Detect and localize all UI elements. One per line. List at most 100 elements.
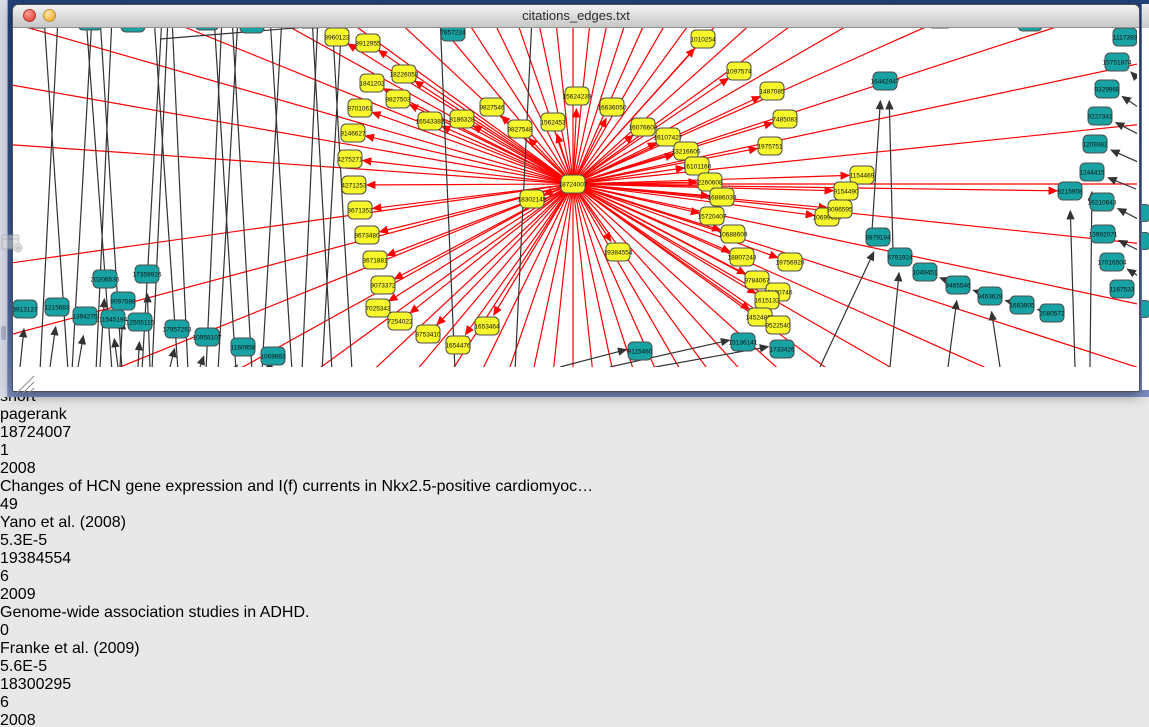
table-cell[interactable]: 19384554 — [0, 550, 1149, 568]
citation-edge-red — [573, 5, 1137, 184]
graph-node-label: 8960123 — [324, 35, 350, 42]
background-window-sliver[interactable] — [1141, 4, 1149, 390]
citation-edge-black — [138, 342, 139, 367]
citation-edge-black — [1122, 97, 1137, 107]
graph-node-label: 8753410 — [415, 332, 441, 339]
table-body: 1872400712008Changes of HCN gene express… — [0, 424, 1149, 727]
table-cell[interactable]: 49 — [0, 496, 1149, 514]
citation-edge-black — [302, 17, 318, 367]
graph-node-label: 1841202 — [359, 81, 385, 88]
citation-edge-black — [78, 336, 83, 367]
citation-edge-red — [13, 5, 573, 184]
table-cell[interactable]: 0 — [0, 622, 1149, 640]
citation-edge-black — [312, 17, 332, 367]
citation-edge-black — [1118, 209, 1137, 219]
graph-node-label: 9115460 — [628, 349, 653, 356]
cytoscape-desktop: citations_edges.txt 18724007183021451841… — [0, 0, 1149, 397]
table-cell[interactable]: Yano et al. (2008) — [0, 514, 1149, 532]
table-cell[interactable]: 2008 — [0, 460, 1149, 478]
citation-edge-red — [442, 126, 573, 184]
graph-node-label: 9827546 — [479, 105, 505, 112]
window-title: citations_edges.txt — [13, 8, 1139, 23]
graph-node-label: 9329968 — [1094, 87, 1120, 94]
graph-node-label: 9146627 — [340, 131, 366, 138]
table-cell[interactable]: 2008 — [0, 712, 1149, 727]
citation-edge-black — [948, 301, 957, 367]
graph-node-label: 12505115 — [126, 320, 155, 327]
citation-edge-red — [437, 184, 573, 325]
table-cell[interactable]: 1 — [0, 442, 1149, 460]
graph-node-label: 3671881 — [362, 258, 388, 265]
graph-node-label: 7485083 — [772, 117, 798, 124]
graph-node-label: 16076608 — [629, 125, 658, 132]
clipped-node — [1141, 300, 1149, 318]
citation-edge-red — [13, 5, 573, 184]
graph-node-label: 7025343 — [365, 306, 391, 313]
left-panel-edge — [0, 0, 8, 397]
table-cell[interactable]: 6 — [0, 694, 1149, 712]
table-cell[interactable]: 6 — [0, 568, 1149, 586]
table-cell[interactable]: 2009 — [0, 586, 1149, 604]
citation-edge-black — [114, 339, 118, 367]
citation-edge-black — [214, 17, 236, 367]
graph-node-label: 9827548 — [507, 127, 533, 134]
graph-node-label: 16636050 — [598, 105, 627, 112]
citation-edge-red — [13, 5, 573, 184]
network-canvas[interactable]: 1872400718302145184120297010619146627427… — [13, 5, 1139, 399]
column-header-pagerank[interactable]: pagerank — [0, 406, 1149, 424]
graph-node-label: 16210643 — [1088, 200, 1117, 207]
table-cell[interactable]: Changes of HCN gene expression and I(f) … — [0, 478, 1149, 496]
citation-edge-red — [573, 5, 1137, 184]
table-cell[interactable]: 5.3E-5 — [0, 532, 1149, 550]
citation-edge-red — [13, 5, 573, 184]
graph-node-label: 10688609 — [719, 232, 748, 239]
graph-node-label: 13992071 — [1089, 232, 1118, 239]
graph-node-label: 9522540 — [765, 323, 791, 330]
graph-node-label: 9784067 — [744, 278, 770, 285]
graph-node-label: 1733426 — [769, 347, 795, 354]
graph-node-label: 1562453 — [540, 120, 566, 127]
graph-node-label: 16101160 — [683, 164, 712, 171]
citation-edge-red — [573, 5, 1137, 184]
table-cell[interactable]: Genome-wide association studies in ADHD. — [0, 604, 1149, 622]
citation-edge-black — [820, 252, 874, 367]
table-cell[interactable]: 5.6E-5 — [0, 658, 1149, 676]
table-row[interactable]: 1830029562008Estimation of significance … — [0, 676, 1149, 727]
graph-node-label: 8215958 — [1057, 189, 1083, 196]
graph-node-label: 17016504 — [1098, 260, 1127, 267]
citation-edge-red — [367, 184, 573, 185]
graph-node-label: 4275271 — [337, 157, 363, 164]
graph-node-label: 1160958 — [231, 345, 256, 352]
graph-node-label: 1117393 — [1113, 35, 1137, 42]
table-cell[interactable]: Franke et al. (2009) — [0, 640, 1149, 658]
graph-node-label: 1215683 — [44, 305, 70, 312]
graph-node-label: 16543382 — [416, 119, 445, 126]
graph-node-label: 8186328 — [449, 117, 475, 124]
graph-node-label: 1394275 — [72, 314, 98, 321]
network-graph[interactable]: 1872400718302145184120297010619146627427… — [13, 5, 1137, 367]
table-cell[interactable]: 18300295 — [0, 676, 1149, 694]
window-titlebar[interactable]: citations_edges.txt — [13, 5, 1139, 28]
citation-edge-black — [50, 327, 56, 367]
application-window: citations_edges.txt 18724007183021451841… — [0, 0, 1149, 727]
table-row[interactable]: 1938455462009Genome-wide association stu… — [0, 550, 1149, 676]
table-cell[interactable]: 18724007 — [0, 424, 1149, 442]
graph-node-label: 4271253 — [341, 183, 367, 190]
graph-node-label: 1209382 — [1082, 142, 1108, 149]
graph-node-label: 15624239 — [563, 94, 592, 101]
table-row[interactable]: 1872400712008Changes of HCN gene express… — [0, 424, 1149, 550]
graph-node-label: 8096595 — [827, 207, 853, 214]
network-view-window[interactable]: citations_edges.txt 18724007183021451841… — [12, 4, 1140, 392]
graph-node-label: 7857224 — [440, 30, 466, 37]
citation-edge-black — [889, 101, 893, 251]
graph-node-label: 15136141 — [729, 340, 758, 347]
graph-node-label: 2260608 — [697, 180, 723, 187]
graph-node-label: 1097574 — [726, 69, 752, 76]
graph-node-label: 1663905 — [1009, 303, 1035, 310]
citation-edge-black — [1111, 150, 1137, 162]
graph-node-label: 1244415 — [1079, 170, 1105, 177]
citation-edge-red — [573, 184, 1137, 367]
graph-node-label: 1069663 — [260, 354, 286, 361]
resize-grip-icon[interactable] — [13, 372, 35, 394]
panel-collapse-handle[interactable] — [1, 326, 6, 340]
